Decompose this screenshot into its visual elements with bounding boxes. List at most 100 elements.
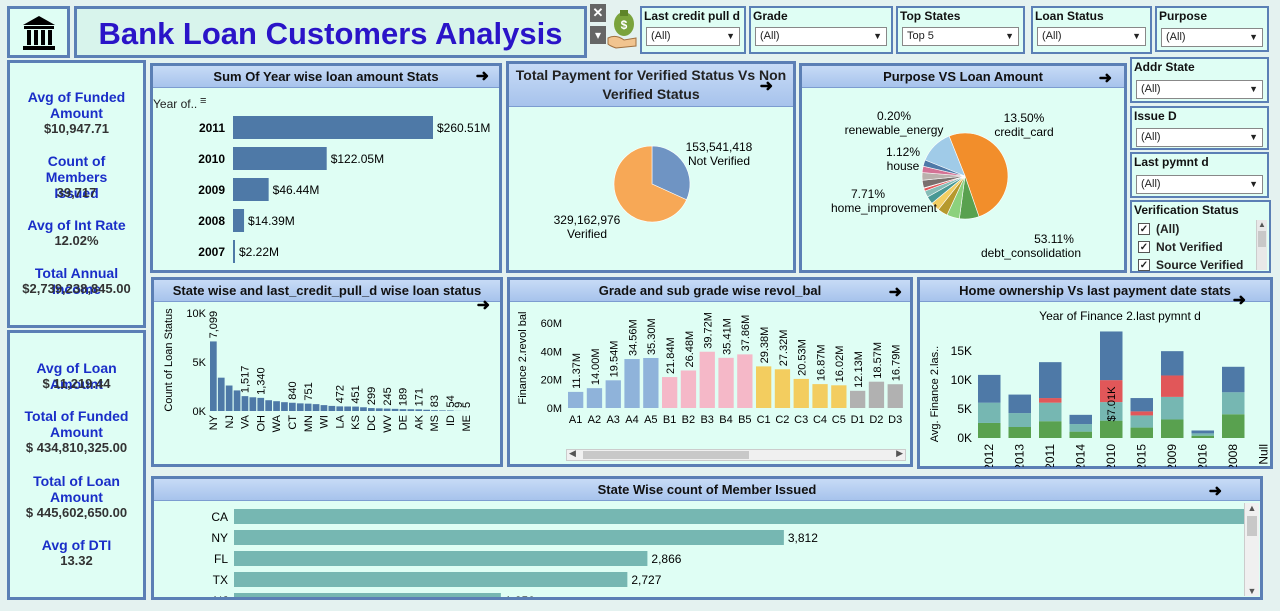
loan-status-select[interactable]: (All) ▼ xyxy=(1037,27,1146,46)
year-label: 2007 xyxy=(198,245,225,259)
year-label: 2010 xyxy=(198,152,225,166)
state-status-bar xyxy=(431,410,438,411)
x-tick-label: ID xyxy=(445,415,457,426)
year-label: 2009 xyxy=(198,183,225,197)
checkbox[interactable]: ✓ xyxy=(1138,259,1150,271)
bar-value-label: 7,099 xyxy=(208,311,220,339)
top-states-select[interactable]: Top 5 ▼ xyxy=(902,27,1019,46)
state-label: CA xyxy=(211,510,228,524)
bar-value-label: 189 xyxy=(398,388,410,406)
state-count-bar xyxy=(234,509,1244,524)
vertical-scrollbar[interactable]: ▲ ▼ xyxy=(1244,503,1259,596)
last-pymnt-d-select[interactable]: (All) ▼ xyxy=(1136,175,1263,194)
chevron-down-icon: ▼ xyxy=(1005,31,1014,41)
checkbox[interactable]: ✓ xyxy=(1138,223,1150,235)
stacked-bar-segment xyxy=(1222,366,1245,393)
option-label: (All) xyxy=(1156,222,1180,236)
x-tick-label: C1 xyxy=(757,414,771,426)
stacked-bar-segment xyxy=(1039,398,1062,403)
stacked-bar-segment xyxy=(1130,398,1153,412)
stacked-bar-segment xyxy=(1039,421,1062,438)
year-value-label: $2.22M xyxy=(239,245,279,259)
scrollbar[interactable]: ▲ xyxy=(1256,220,1267,270)
state-count-chart: CA7,099NY3,812FL2,866TX2,727NJ1,850 xyxy=(211,509,1244,597)
bar-value-label: 19.54M xyxy=(609,341,621,378)
x-tick-label: MS xyxy=(429,415,441,432)
x-tick-label: B4 xyxy=(719,414,732,426)
horizontal-scrollbar[interactable]: ◀ ▶ xyxy=(566,448,906,461)
panel-title: Home ownership Vs last payment date stat… xyxy=(920,280,1270,302)
y-tick-label: 5K xyxy=(957,402,972,416)
select-value: (All) xyxy=(1141,131,1161,143)
x-tick-label: DC xyxy=(366,415,378,431)
stacked-bar-segment xyxy=(1161,396,1184,420)
stacked-bar-segment xyxy=(1008,394,1031,414)
chevron-down-icon: ▼ xyxy=(873,31,882,41)
filter-top-states: Top States Top 5 ▼ xyxy=(896,6,1025,54)
arrow-right-icon[interactable]: ➜ xyxy=(889,282,902,302)
kpi-label: Total of Loan Amount xyxy=(33,473,120,505)
filter-label: Last credit pull d xyxy=(644,9,741,23)
stacked-bar-segment xyxy=(1069,424,1092,432)
close-icon[interactable]: ✕ xyxy=(590,4,606,22)
grade-revol-panel: Grade and sub grade wise revol_bal ➜ Fin… xyxy=(507,277,913,467)
kpi-value: $ 11,219.44 xyxy=(42,376,111,391)
state-status-bar xyxy=(241,396,249,411)
option-label: Source Verified xyxy=(1156,258,1244,272)
x-tick-label: A1 xyxy=(569,414,582,426)
home-ownership-chart: Year of Finance 2.last pymnt d Avg. Finan… xyxy=(929,309,1270,467)
verification-option[interactable]: ✓ (All) xyxy=(1138,220,1258,238)
verification-option[interactable]: ✓ Not Verified xyxy=(1138,238,1258,256)
bar-value-label: 14.00M xyxy=(590,348,602,385)
stacked-bar-segment xyxy=(1161,375,1184,397)
bar-value-label: 29.38M xyxy=(759,327,771,364)
last-credit-pull-select[interactable]: (All) ▼ xyxy=(646,27,740,46)
bar-value-label: 245 xyxy=(382,387,394,405)
state-status-bar xyxy=(399,409,407,411)
verification-option[interactable]: ✓ Source Verified xyxy=(1138,256,1258,274)
bar-value-label: 18.57M xyxy=(872,342,884,379)
arrow-right-icon[interactable]: ➜ xyxy=(1099,68,1112,88)
state-status-chart: Count of Loan Status 0K 5K 10K 7,099 NY NJ 1,51… xyxy=(163,308,473,433)
grade-bar xyxy=(812,384,828,408)
year-loan-panel: Sum Of Year wise loan amount Stats ➜ Yea… xyxy=(150,63,502,273)
addr-state-select[interactable]: (All) ▼ xyxy=(1136,80,1263,99)
arrow-right-icon[interactable]: ➜ xyxy=(760,76,773,96)
state-status-bar xyxy=(360,407,367,411)
filter-label: Issue D xyxy=(1134,109,1177,123)
dropdown-icon[interactable]: ▾ xyxy=(590,26,606,44)
slice-label: 1.12% xyxy=(886,145,920,159)
year-bar xyxy=(233,240,235,263)
bar-value-label: 12.13M xyxy=(853,351,865,388)
grade-bar xyxy=(718,357,734,408)
x-tick-label: 2012 xyxy=(982,444,996,467)
panel-title: State wise and last_credit_pull_d wise l… xyxy=(154,280,500,302)
issue-d-select[interactable]: (All) ▼ xyxy=(1136,128,1263,147)
kpi-panel-top: Avg of Funded Amount $10,947.71 Count of M… xyxy=(7,60,146,328)
grade-select[interactable]: (All) ▼ xyxy=(755,27,887,46)
filter-label: Verification Status xyxy=(1134,203,1239,217)
stacked-bar-segment xyxy=(978,374,1001,403)
bar-value-label: 1,517 xyxy=(240,366,252,394)
checkbox[interactable]: ✓ xyxy=(1138,241,1150,253)
grade-bar xyxy=(793,378,809,408)
x-tick-label: A3 xyxy=(606,414,619,426)
bar-value-label: 299 xyxy=(366,387,378,405)
state-status-panel: State wise and last_credit_pull_d wise l… xyxy=(151,277,503,467)
grade-revol-chart: Finance 2.revol bal 0M 20M 40M 60M 11.37M A1 14… xyxy=(517,312,903,426)
purpose-select[interactable]: (All) ▼ xyxy=(1161,28,1263,47)
chevron-down-icon: ▼ xyxy=(1249,32,1258,42)
title-box: Bank Loan Customers Analysis xyxy=(74,6,587,58)
grade-bar xyxy=(831,385,847,408)
x-tick-label: 2016 xyxy=(1196,444,1210,467)
year-bar xyxy=(233,116,433,139)
y-axis-label: Count of Loan Status xyxy=(163,308,175,412)
svg-text:$: $ xyxy=(621,18,628,32)
state-status-bar xyxy=(336,406,344,411)
arrow-right-icon[interactable]: ➜ xyxy=(1209,481,1222,501)
money-hand-icon: $ xyxy=(607,10,637,49)
bar-value-label: 11.37M xyxy=(571,353,583,389)
arrow-right-icon[interactable]: ➜ xyxy=(476,66,489,86)
filter-grade: Grade (All) ▼ xyxy=(749,6,893,54)
stacked-bar-segment xyxy=(1100,420,1123,438)
